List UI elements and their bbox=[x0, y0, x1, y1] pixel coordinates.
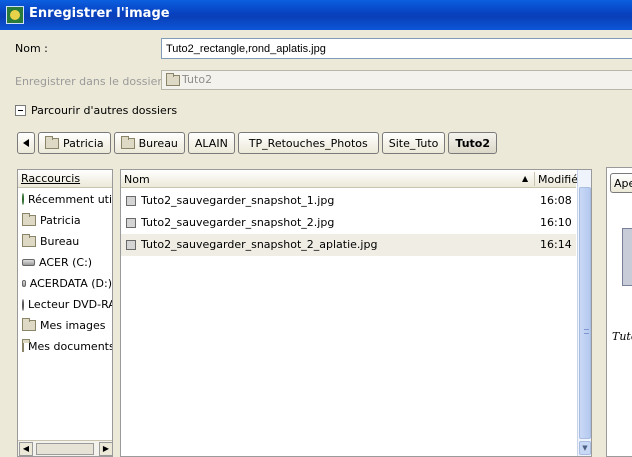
gimp-app-icon bbox=[6, 6, 24, 24]
places-horizontal-scrollbar[interactable]: ◀ ▶ bbox=[18, 440, 112, 456]
folder-icon bbox=[45, 135, 59, 149]
file-modified: 16:10 bbox=[540, 216, 572, 229]
folder-icon bbox=[22, 213, 36, 226]
scrollbar-thumb[interactable] bbox=[36, 443, 94, 455]
column-header-modified[interactable]: Modifié bbox=[538, 173, 578, 186]
path-button-label: Patricia bbox=[63, 136, 104, 150]
column-separator bbox=[534, 172, 535, 186]
scroll-right-icon[interactable]: ▶ bbox=[99, 442, 112, 456]
places-sidebar: Raccourcis Récemment utili Patricia Bure… bbox=[17, 169, 113, 457]
path-button-site-tuto[interactable]: Site_Tuto bbox=[381, 132, 446, 154]
drive-icon bbox=[22, 280, 26, 287]
places-header-label: Raccourcis bbox=[21, 172, 81, 185]
places-header[interactable]: Raccourcis bbox=[18, 170, 112, 188]
recent-icon bbox=[22, 193, 29, 205]
place-label: Récemment utili bbox=[28, 192, 112, 206]
folder-icon bbox=[22, 234, 36, 247]
file-list-vertical-scrollbar[interactable]: ▼ bbox=[577, 170, 591, 456]
file-list: Nom ▲ Modifié Tuto2_sauvegarder_snapshot… bbox=[120, 169, 592, 457]
place-label: Bureau bbox=[40, 235, 80, 248]
folder-icon bbox=[22, 339, 30, 352]
dvd-icon bbox=[22, 298, 24, 311]
sort-ascending-icon: ▲ bbox=[522, 174, 529, 183]
scroll-left-icon[interactable]: ◀ bbox=[19, 442, 33, 456]
folder-icon bbox=[22, 318, 36, 331]
preview-panel: Aperçu Tuto bbox=[606, 167, 632, 457]
title-bar: Enregistrer l'image bbox=[0, 0, 632, 30]
file-modified: 16:14 bbox=[540, 238, 572, 251]
place-acerdata-d[interactable]: ACERDATA (D:) bbox=[18, 273, 112, 294]
place-label: Patricia bbox=[40, 214, 81, 227]
grip-icon bbox=[584, 329, 589, 334]
path-button-label: ALAIN bbox=[194, 136, 228, 150]
place-acer-c[interactable]: ACER (C:) bbox=[18, 252, 112, 273]
filename-input[interactable] bbox=[161, 38, 632, 59]
place-label: Mes documents bbox=[28, 340, 112, 353]
file-name: Tuto2_sauvegarder_snapshot_2.jpg bbox=[141, 216, 335, 229]
path-button-alain[interactable]: ALAIN bbox=[187, 132, 235, 154]
path-button-label: Site_Tuto bbox=[388, 136, 439, 150]
save-in-folder-label: Enregistrer dans le dossier : bbox=[15, 75, 170, 88]
place-label: ACERDATA (D:) bbox=[29, 277, 112, 290]
path-bar: Patricia Bureau ALAIN TP_Retouches_Photo… bbox=[17, 132, 498, 154]
scrollbar-thumb[interactable] bbox=[579, 187, 591, 439]
path-button-label: Bureau bbox=[138, 136, 178, 150]
file-row[interactable]: Tuto2_sauvegarder_snapshot_2.jpg 16:10 bbox=[121, 212, 576, 234]
file-list-header: Nom ▲ Modifié bbox=[121, 170, 578, 188]
file-modified: 16:08 bbox=[540, 194, 572, 207]
browse-other-folders-label: Parcourir d'autres dossiers bbox=[31, 104, 178, 117]
path-button-patricia[interactable]: Patricia bbox=[38, 132, 111, 154]
file-row[interactable]: Tuto2_sauvegarder_snapshot_1.jpg 16:08 bbox=[121, 190, 576, 212]
place-mes-images[interactable]: Mes images bbox=[18, 315, 112, 336]
path-button-tuto2[interactable]: Tuto2 bbox=[448, 132, 498, 154]
save-in-folder-value: Tuto2 bbox=[182, 73, 213, 86]
preview-caption: Tuto bbox=[612, 330, 632, 343]
place-bureau[interactable]: Bureau bbox=[18, 231, 112, 252]
place-dvd-drive[interactable]: Lecteur DVD-RA bbox=[18, 294, 112, 315]
path-button-label: Tuto2 bbox=[455, 136, 491, 150]
path-button-tp-retouches-photos[interactable]: TP_Retouches_Photos bbox=[237, 132, 379, 154]
file-row[interactable]: Tuto2_sauvegarder_snapshot_2_aplatie.jpg… bbox=[121, 234, 576, 256]
preview-button[interactable]: Aperçu bbox=[610, 173, 632, 193]
name-label: Nom : bbox=[15, 42, 48, 55]
file-name: Tuto2_sauvegarder_snapshot_1.jpg bbox=[141, 194, 335, 207]
path-button-label: TP_Retouches_Photos bbox=[248, 136, 368, 150]
save-in-folder-combo[interactable]: Tuto2 bbox=[161, 70, 632, 90]
preview-button-label: Aperçu bbox=[614, 176, 632, 190]
path-button-bureau[interactable]: Bureau bbox=[113, 132, 185, 154]
place-patricia[interactable]: Patricia bbox=[18, 210, 112, 231]
place-label: Lecteur DVD-RA bbox=[28, 298, 112, 311]
path-scroll-left-button[interactable] bbox=[17, 132, 35, 154]
preview-thumbnail bbox=[622, 228, 632, 286]
column-header-name[interactable]: Nom bbox=[124, 173, 150, 186]
image-file-icon bbox=[126, 218, 136, 228]
folder-icon bbox=[166, 73, 180, 86]
drive-icon bbox=[22, 259, 35, 266]
image-file-icon bbox=[126, 196, 136, 206]
place-label: Mes images bbox=[40, 319, 106, 332]
place-mes-documents[interactable]: Mes documents bbox=[18, 336, 112, 357]
file-name: Tuto2_sauvegarder_snapshot_2_aplatie.jpg bbox=[141, 238, 378, 251]
place-recent[interactable]: Récemment utili bbox=[18, 188, 112, 210]
collapse-icon bbox=[15, 105, 26, 116]
triangle-left-icon bbox=[23, 139, 29, 147]
place-label: ACER (C:) bbox=[39, 256, 93, 269]
window-title: Enregistrer l'image bbox=[29, 6, 170, 21]
scroll-down-icon[interactable]: ▼ bbox=[579, 441, 591, 455]
folder-icon bbox=[120, 135, 135, 149]
browse-other-folders-expander[interactable]: Parcourir d'autres dossiers bbox=[15, 104, 177, 117]
image-file-icon bbox=[126, 240, 136, 250]
